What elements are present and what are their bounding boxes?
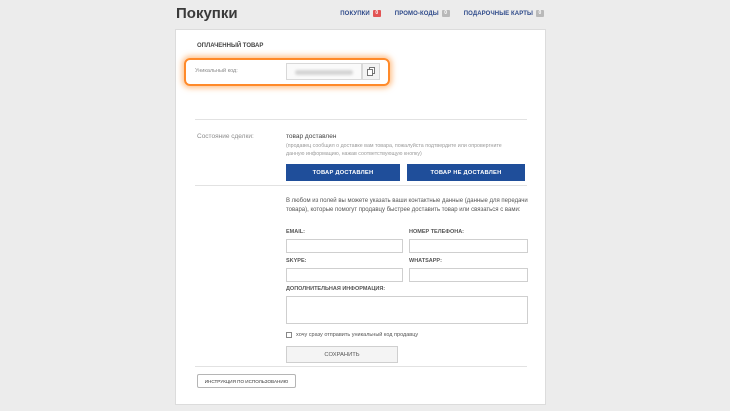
divider (195, 366, 527, 367)
send-code-checkbox-row[interactable]: хочу сразу отправить уникальный код прод… (286, 332, 418, 338)
nav-purchases-label: ПОКУПКИ (340, 10, 370, 17)
email-label: EMAIL: (286, 229, 305, 235)
whatsapp-label: WHATSAPP: (409, 258, 442, 264)
send-code-checkbox[interactable] (286, 332, 292, 338)
paid-item-title: ОПЛАЧЕННЫЙ ТОВАР (197, 43, 264, 49)
nav-gift-cards-badge: 0 (536, 10, 544, 17)
nav-promo-codes[interactable]: ПРОМО-КОДЫ 0 (395, 10, 450, 17)
nav-purchases[interactable]: ПОКУПКИ 0 (340, 10, 381, 17)
nav-gift-cards[interactable]: ПОДАРОЧНЫЕ КАРТЫ 0 (464, 10, 544, 17)
send-code-checkbox-label: хочу сразу отправить уникальный код прод… (296, 332, 419, 338)
deal-status-label: Состояние сделки: (197, 133, 254, 140)
divider (195, 119, 527, 120)
unique-code-blurred-value (295, 70, 353, 75)
nav-gift-cards-label: ПОДАРОЧНЫЕ КАРТЫ (463, 10, 533, 17)
copy-code-button[interactable] (362, 63, 380, 80)
nav-promo-codes-badge: 0 (441, 10, 450, 17)
skype-field[interactable] (286, 268, 403, 282)
purchase-card: ОПЛАЧЕННЫЙ ТОВАР Уникальный код: Состоян… (175, 29, 546, 405)
delivered-status-title: товар доставлен (286, 133, 337, 140)
email-field[interactable] (286, 239, 403, 253)
phone-field[interactable] (409, 239, 528, 253)
item-delivered-button[interactable]: ТОВАР ДОСТАВЛЕН (286, 164, 400, 181)
extra-info-label: ДОПОЛНИТЕЛЬНАЯ ИНФОРМАЦИЯ: (286, 286, 386, 292)
top-nav: ПОКУПКИ 0 ПРОМО-КОДЫ 0 ПОДАРОЧНЫЕ КАРТЫ … (340, 10, 544, 17)
nav-purchases-badge: 0 (372, 10, 381, 17)
delivered-status-description: (продавец сообщил о доставке вам товара,… (286, 143, 502, 157)
unique-code-field[interactable] (286, 63, 362, 80)
contact-info-description: В любом из полей вы можете указать ваши … (286, 198, 528, 213)
extra-info-textarea[interactable] (286, 296, 528, 324)
unique-code-label: Уникальный код: (195, 68, 238, 74)
divider (195, 185, 527, 186)
phone-label: НОМЕР ТЕЛЕФОНА: (409, 229, 464, 235)
instructions-button[interactable]: ИНСТРУКЦИЯ ПО ИСПОЛЬЗОВАНИЮ (197, 374, 296, 388)
save-button[interactable]: СОХРАНИТЬ (286, 346, 398, 363)
skype-label: SKYPE: (286, 258, 307, 264)
page-title: Покупки (176, 5, 238, 22)
item-not-delivered-button[interactable]: ТОВАР НЕ ДОСТАВЛЕН (407, 164, 525, 181)
copy-icon (367, 67, 375, 76)
nav-promo-codes-label: ПРОМО-КОДЫ (394, 10, 439, 17)
whatsapp-field[interactable] (409, 268, 528, 282)
